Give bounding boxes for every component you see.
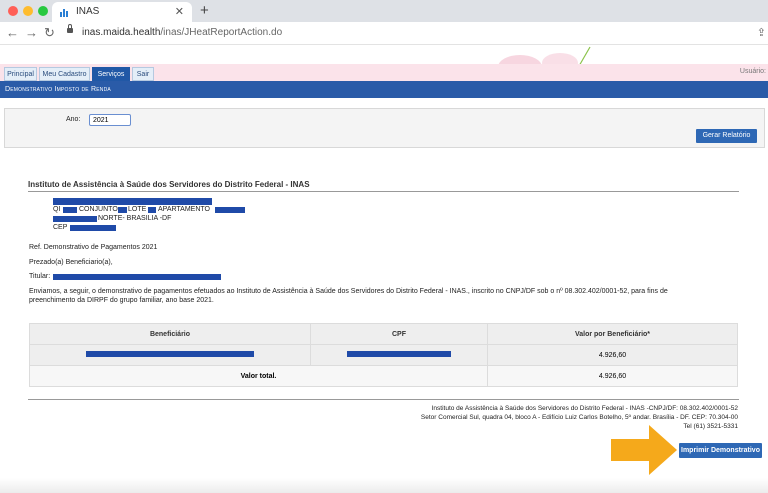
arrow-pointer-icon	[611, 425, 677, 475]
redacted-field	[53, 216, 97, 222]
browser-tab-bar: INAS ✕ +	[0, 0, 768, 22]
table-header-row: Beneficiário CPF Valor por Beneficiário*	[29, 323, 738, 345]
forward-icon[interactable]: →	[25, 25, 38, 40]
tab-meu-cadastro[interactable]: Meu Cadastro	[39, 67, 90, 81]
total-row: Valor total. 4.926,60	[29, 365, 738, 387]
redacted-name	[53, 198, 212, 205]
header-cpf: CPF	[310, 323, 488, 345]
address-qi: QI	[53, 206, 61, 213]
body-text-line2: preenchimento da DIRPF do grupo familiar…	[29, 297, 214, 304]
tab-title: INAS	[76, 6, 100, 17]
redacted-cpf	[347, 351, 451, 357]
back-icon[interactable]: ←	[6, 25, 19, 40]
gerar-relatorio-button[interactable]: Gerar Relatório	[696, 129, 757, 143]
minimize-window-button[interactable]	[23, 6, 33, 16]
divider	[28, 191, 739, 192]
footer-line: Setor Comercial Sul, quadra 04, bloco A …	[420, 414, 738, 421]
address-conjunto: CONJUNTO	[79, 206, 118, 213]
lock-icon	[67, 24, 73, 33]
total-value: 4.926,60	[487, 365, 738, 387]
close-tab-icon[interactable]: ✕	[175, 5, 184, 18]
close-window-button[interactable]	[8, 6, 18, 16]
report-footer: Instituto de Assistência à Saúde dos Ser…	[421, 404, 738, 431]
address-cep: CEP	[53, 224, 68, 231]
tab-servicos[interactable]: Serviços	[92, 67, 130, 81]
ref-line: Ref. Demonstrativo de Pagamentos 2021	[29, 244, 158, 251]
redacted-beneficiario	[86, 351, 254, 357]
redacted-field	[63, 207, 77, 213]
imprimir-demonstrativo-button[interactable]: Imprimir Demonstrativo	[679, 443, 762, 458]
ano-input[interactable]: 2021	[89, 114, 131, 126]
cell-valor: 4.926,60	[487, 344, 738, 366]
page-title-text: Demonstrativo Imposto de Renda	[5, 86, 111, 93]
tab-sair[interactable]: Sair	[132, 67, 154, 81]
maximize-window-button[interactable]	[38, 6, 48, 16]
page-title: Demonstrativo Imposto de Renda	[0, 81, 768, 98]
address-city: NORTE- BRASILIA -DF	[98, 215, 172, 222]
total-label: Valor total.	[29, 365, 488, 387]
tab-principal[interactable]: Principal	[4, 67, 37, 81]
table-row: 4.926,60	[29, 344, 738, 366]
address-bar[interactable]: inas.maida.health/inas/JHeatReportAction…	[82, 27, 282, 38]
header-valor: Valor por Beneficiário*	[487, 323, 738, 345]
redacted-titular	[53, 274, 221, 280]
cell-cpf	[310, 344, 488, 366]
new-tab-icon[interactable]: +	[200, 2, 209, 19]
cell-beneficiario	[29, 344, 311, 366]
reload-icon[interactable]: ↻	[44, 25, 55, 41]
titular-label: Titular:	[29, 273, 51, 280]
greeting: Prezado(a) Beneficiario(a),	[29, 259, 113, 266]
footer-line: Tel (61) 3521-5331	[683, 423, 738, 430]
usuario-label: Usuário:	[739, 68, 766, 75]
footer-line: Instituto de Assistência à Saúde dos Ser…	[431, 405, 738, 412]
address-lote: LOTE	[128, 206, 147, 213]
bar-chart-favicon-icon	[60, 9, 68, 17]
page-bottom	[0, 478, 768, 493]
address-apartamento: APARTAMENTO	[158, 206, 210, 213]
url-path: /inas/JHeatReportAction.do	[160, 27, 283, 38]
redacted-field	[215, 207, 245, 213]
share-icon[interactable]: ⇪	[757, 26, 766, 39]
header-beneficiario: Beneficiário	[29, 323, 311, 345]
url-domain: inas.maida.health	[82, 27, 161, 38]
site-header	[0, 45, 768, 65]
browser-tab[interactable]: INAS ✕	[52, 2, 192, 22]
report-title: Instituto de Assistência à Saúde dos Ser…	[28, 180, 310, 189]
body-text-line1: Enviamos, a seguir, o demonstrativo de p…	[29, 288, 668, 295]
ano-label: Ano:	[66, 116, 81, 123]
redacted-field	[118, 207, 127, 213]
browser-toolbar: ← → ↻ inas.maida.health/inas/JHeatReport…	[0, 22, 768, 45]
beneficiarios-table: Beneficiário CPF Valor por Beneficiário*…	[29, 323, 738, 387]
redacted-field	[148, 207, 156, 213]
divider	[28, 399, 739, 400]
redacted-field	[70, 225, 116, 231]
